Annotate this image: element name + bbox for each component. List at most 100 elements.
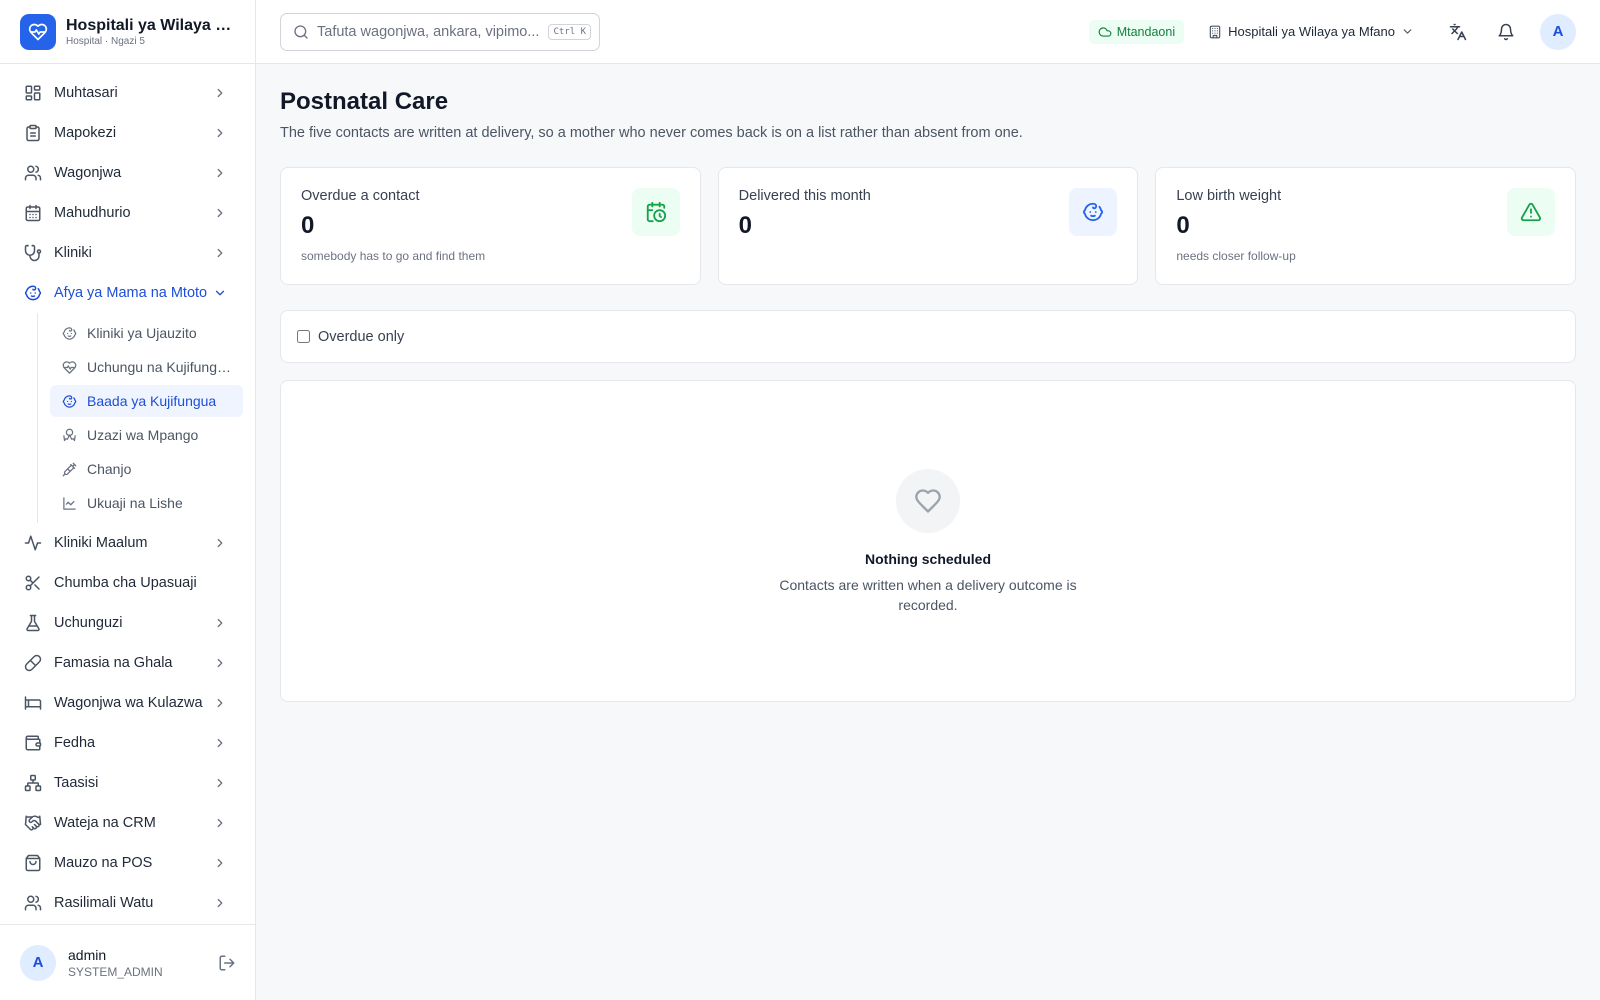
sidebar-item-mapokezi[interactable]: Mapokezi xyxy=(0,113,255,153)
baby-icon xyxy=(62,394,77,408)
sidebar-item-afya-ya-mama[interactable]: Afya ya Mama na Mtoto xyxy=(0,273,255,313)
users-icon xyxy=(24,895,42,911)
chevron-right-icon xyxy=(217,168,223,178)
sidebar-item-taasisi[interactable]: Taasisi xyxy=(0,763,255,803)
stat-note: somebody has to go and find them xyxy=(301,249,486,263)
sidebar-subnav-afya-ya-mama: Kliniki ya Ujauzito Uchungu na Kujifungu… xyxy=(37,313,255,523)
sidebar-item-kliniki-maalum[interactable]: Kliniki Maalum xyxy=(0,523,255,563)
sidebar-subitem-uchungu-na-kujifungua[interactable]: Uchungu na Kujifungua xyxy=(50,351,243,383)
sidebar-item-wagonjwa-wa-kulazwa[interactable]: Wagonjwa wa Kulazwa xyxy=(0,683,255,723)
wallet-icon xyxy=(25,735,42,751)
filter-bar: Overdue only xyxy=(280,310,1576,363)
sidebar-item-uchunguzi[interactable]: Uchunguzi xyxy=(0,603,255,643)
sidebar-item-label: Chumba cha Upasuaji xyxy=(54,575,197,591)
sidebar-subitem-label: Uzazi wa Mpango xyxy=(87,427,199,443)
sidebar-item-fedha[interactable]: Fedha xyxy=(0,723,255,763)
stat-label: Overdue a contact xyxy=(301,188,420,204)
heart-pulse-icon xyxy=(62,360,77,374)
facility-selector[interactable]: Hospitali ya Wilaya ya Mfano xyxy=(1208,24,1414,39)
sidebar-subitem-label: Uchungu na Kujifungua xyxy=(87,359,231,375)
sidebar-item-mauzo-na-pos[interactable]: Mauzo na POS xyxy=(0,843,255,883)
sidebar-subitem-ukuaji-na-lishe[interactable]: Ukuaji na Lishe xyxy=(50,487,243,519)
calendar-clock-icon xyxy=(631,188,680,236)
sidebar-item-mahudhurio[interactable]: Mahudhurio xyxy=(0,193,255,233)
sidebar-item-label: Mahudhurio xyxy=(54,205,131,221)
shortcut-hint: Ctrl K xyxy=(548,23,591,40)
sidebar-item-rasilimali-watu[interactable]: Rasilimali Watu xyxy=(0,883,255,923)
overdue-only-checkbox[interactable] xyxy=(297,330,310,343)
sidebar-item-label: Famasia na Ghala xyxy=(54,655,173,671)
stat-label: Low birth weight xyxy=(1176,188,1282,204)
stat-label: Delivered this month xyxy=(738,188,871,204)
avatar[interactable]: A xyxy=(20,944,56,981)
translate-icon xyxy=(1449,23,1467,40)
sidebar-subitem-uzazi-wa-mpango[interactable]: Uzazi wa Mpango xyxy=(50,419,243,451)
chevron-right-icon xyxy=(217,738,223,748)
chevron-down-icon xyxy=(1403,29,1412,34)
sidebar-item-label: Wagonjwa wa Kulazwa xyxy=(54,695,203,711)
search-box[interactable]: Ctrl K xyxy=(280,12,600,51)
stat-value: 0 xyxy=(1176,212,1190,239)
topbar: Ctrl K Mtandaoni Hospitali ya Wilaya ya … xyxy=(256,0,1600,64)
bed-icon xyxy=(24,696,42,710)
chevron-right-icon xyxy=(217,208,223,218)
sidebar-item-label: Mauzo na POS xyxy=(54,855,153,871)
heart-logo-icon xyxy=(20,13,56,50)
notifications-button[interactable] xyxy=(1488,14,1524,50)
sidebar: Hospitali ya Wilaya ya Mfano Hospital · … xyxy=(0,0,256,1000)
heart-icon xyxy=(896,469,960,533)
chevron-right-icon xyxy=(217,618,223,628)
pill-icon xyxy=(24,654,42,672)
overdue-only-label[interactable]: Overdue only xyxy=(318,329,404,345)
stat-card-low-birth-weight: Low birth weight 0 needs closer follow-u… xyxy=(1155,167,1577,285)
sidebar-subitem-baada-ya-kujifungua[interactable]: Baada ya Kujifungua xyxy=(50,385,243,417)
chevron-right-icon xyxy=(217,858,223,868)
sidebar-item-muhtasari[interactable]: Muhtasari xyxy=(0,73,255,113)
chevron-right-icon xyxy=(217,88,223,98)
page-title: Postnatal Care xyxy=(280,88,449,115)
sidebar-item-wagonjwa[interactable]: Wagonjwa xyxy=(0,153,255,193)
sidebar-item-label: Rasilimali Watu xyxy=(54,895,154,911)
chevron-right-icon xyxy=(217,698,223,708)
empty-state-title: Nothing scheduled xyxy=(865,551,991,567)
sidebar-item-famasia-na-ghala[interactable]: Famasia na Ghala xyxy=(0,643,255,683)
sidebar-subitem-label: Ukuaji na Lishe xyxy=(87,495,183,511)
sidebar-subitem-chanjo[interactable]: Chanjo xyxy=(50,453,243,485)
sidebar-item-label: Wateja na CRM xyxy=(54,815,156,831)
activity-icon xyxy=(24,535,42,551)
sidebar-subitem-label: Chanjo xyxy=(87,461,132,477)
chevron-right-icon xyxy=(217,778,223,788)
cloud-icon xyxy=(1098,26,1112,37)
handshake-icon xyxy=(24,815,42,831)
sidebar-item-chumba-cha-upasuaji[interactable]: Chumba cha Upasuaji xyxy=(0,563,255,603)
search-icon xyxy=(294,24,308,39)
sidebar-item-label: Mapokezi xyxy=(54,125,117,141)
users-icon xyxy=(24,165,42,181)
sidebar-item-kliniki[interactable]: Kliniki xyxy=(0,233,255,273)
sidebar-item-label: Wagonjwa xyxy=(54,165,122,181)
shopping-bag-icon xyxy=(25,854,41,872)
stethoscope-icon xyxy=(24,244,42,262)
stat-value: 0 xyxy=(738,212,753,239)
sidebar-nav: Muhtasari Mapokezi Wagonjwa Mahudhurio K… xyxy=(0,64,255,923)
page-description: The five contacts are written at deliver… xyxy=(280,125,1023,141)
search-input[interactable] xyxy=(317,23,549,40)
sidebar-item-label: Uchunguzi xyxy=(54,615,123,631)
sidebar-item-label: Taasisi xyxy=(54,775,99,791)
empty-state: Nothing scheduled Contacts are written w… xyxy=(280,380,1576,702)
logout-icon[interactable] xyxy=(218,954,236,972)
sidebar-subitem-kliniki-ya-ujauzito[interactable]: Kliniki ya Ujauzito xyxy=(50,317,243,349)
brand[interactable]: Hospitali ya Wilaya ya Mfano Hospital · … xyxy=(0,0,255,64)
language-button[interactable] xyxy=(1440,14,1476,50)
sidebar-item-wateja-na-crm[interactable]: Wateja na CRM xyxy=(0,803,255,843)
syringe-icon xyxy=(62,462,77,476)
stat-note: needs closer follow-up xyxy=(1176,249,1296,263)
baby-icon xyxy=(62,326,77,340)
status-text: Mtandaoni xyxy=(1116,24,1176,39)
sidebar-item-label: Muhtasari xyxy=(54,85,118,101)
user-avatar-button[interactable]: A xyxy=(1540,13,1576,50)
chevron-down-icon xyxy=(215,290,225,296)
sidebar-item-label: Afya ya Mama na Mtoto xyxy=(54,285,208,301)
sidebar-item-label: Fedha xyxy=(54,735,96,751)
building-icon xyxy=(1209,25,1221,38)
